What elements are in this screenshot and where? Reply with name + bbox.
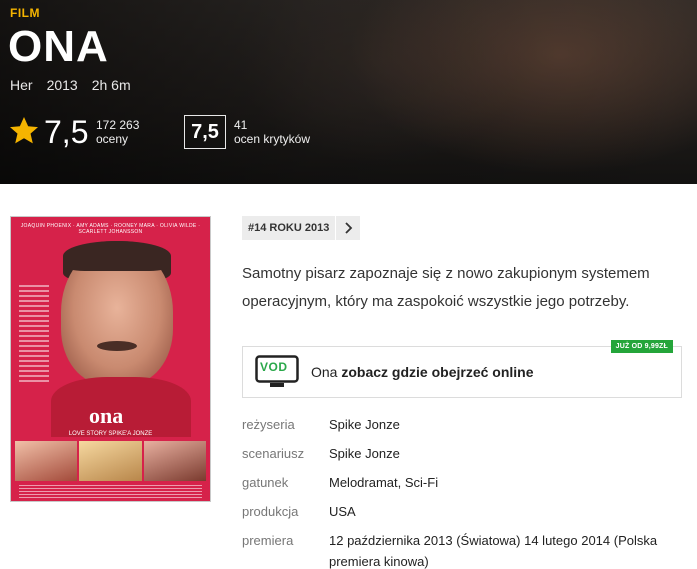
hero-banner: FILM ONA Her 2013 2h 6m 7,5 172 263 ocen… <box>0 0 697 184</box>
rating-count-block: 172 263 oceny <box>96 118 139 146</box>
production-link[interactable]: USA <box>329 501 685 522</box>
screenwriter-link[interactable]: Spike Jonze <box>329 443 685 464</box>
duration: 2h 6m <box>91 77 131 93</box>
info-row-production: produkcja USA <box>242 501 692 522</box>
category-label: FILM <box>10 6 40 20</box>
info-row-genre: gatunek Melodramat, Sci-Fi <box>242 472 692 493</box>
vod-link[interactable]: Ona zobacz gdzie obejrzeć online <box>311 364 534 380</box>
poster-photo <box>15 441 78 481</box>
poster-photo <box>143 441 206 481</box>
info-label: produkcja <box>242 504 299 519</box>
tv-icon: VOD <box>255 355 299 389</box>
critic-count-block: 41 ocen krytyków <box>234 118 310 146</box>
rank-label[interactable]: #14 ROKU 2013 <box>242 216 336 240</box>
director-link[interactable]: Spike Jonze <box>329 414 685 435</box>
info-label: scenariusz <box>242 446 305 461</box>
info-label: gatunek <box>242 475 289 490</box>
critic-count-label: ocen krytyków <box>234 132 311 146</box>
year-rank[interactable]: #14 ROKU 2013 <box>242 216 361 240</box>
vod-cta[interactable]: zobacz gdzie obejrzeć online <box>341 364 533 380</box>
chevron-right-icon[interactable] <box>336 216 361 240</box>
rating-value: 7,5 <box>44 114 89 150</box>
info-row-premiere: premiera 12 października 2013 (Światowa)… <box>242 530 692 569</box>
vod-icon-text: VOD <box>260 360 288 374</box>
critic-count: 41 <box>234 118 248 132</box>
vod-title: Ona <box>311 364 338 380</box>
release-year[interactable]: 2013 <box>47 77 78 93</box>
star-icon <box>10 117 38 144</box>
info-row-director: reżyseria Spike Jonze <box>242 414 692 435</box>
rating-count: 172 263 <box>96 118 140 132</box>
film-description: Samotny pisarz zapoznaje się z nowo zaku… <box>242 265 650 310</box>
poster-logo: ona <box>89 403 124 428</box>
poster-photo-strip <box>15 441 206 481</box>
critic-rating-badge[interactable]: 7,5 <box>184 115 226 149</box>
info-label: reżyseria <box>242 417 295 432</box>
info-label: premiera <box>242 533 294 548</box>
page-title: ONA <box>8 22 109 71</box>
film-info: reżyseria Spike Jonze scenariusz Spike J… <box>242 414 692 569</box>
poster-hair-top <box>63 241 171 271</box>
info-row-screenplay: scenariusz Spike Jonze <box>242 443 692 464</box>
movie-poster[interactable]: JOAQUIN PHOENIX · AMY ADAMS · ROONEY MAR… <box>10 216 211 502</box>
poster-cast-names: JOAQUIN PHOENIX · AMY ADAMS · ROONEY MAR… <box>20 223 201 235</box>
rating-count-label: oceny <box>96 132 129 146</box>
poster-moustache <box>97 341 137 351</box>
price-badge: JUŻ OD 9,99ZŁ <box>610 340 673 353</box>
original-title: Her <box>10 77 33 93</box>
poster-photo <box>79 441 142 481</box>
poster-side-text <box>19 285 49 385</box>
poster-tagline: LOVE STORY SPIKE'A JONZE <box>68 431 153 437</box>
poster-credits <box>19 485 202 499</box>
genre-links[interactable]: Melodramat, Sci-Fi <box>329 472 685 493</box>
film-meta: Her 2013 2h 6m <box>10 77 131 93</box>
vod-box[interactable]: JUŻ OD 9,99ZŁ VOD Ona zobacz gdzie obejr… <box>242 340 682 398</box>
premiere-dates: 12 października 2013 (Światowa) 14 luteg… <box>329 533 658 569</box>
